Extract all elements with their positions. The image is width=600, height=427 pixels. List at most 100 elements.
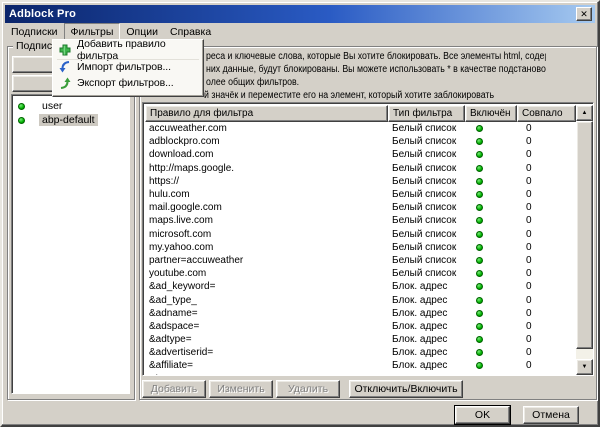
table-row[interactable]: http://maps.google. Белый список 0 — [145, 162, 576, 175]
import-filters-icon — [58, 61, 72, 73]
subscription-enabled-dot-icon — [18, 103, 25, 110]
matched-cell: 0 — [517, 320, 576, 333]
enabled-cell — [465, 241, 517, 254]
filter-rule-cell: &adspace= — [145, 320, 388, 333]
subscription-list-item[interactable]: user — [12, 99, 129, 113]
filter-type-cell: Белый список — [388, 267, 465, 280]
table-row[interactable]: partner=accuweather Белый список 0 — [145, 254, 576, 267]
filter-type-cell: Блок. адрес — [388, 373, 465, 375]
table-row[interactable]: maps.live.com Белый список 0 — [145, 214, 576, 227]
header-filter-rule[interactable]: Правило для фильтра — [145, 105, 388, 122]
enabled-dot-icon — [476, 204, 483, 211]
table-row[interactable]: https:// Белый список 0 — [145, 175, 576, 188]
table-row[interactable]: &ad_type_ Блок. адрес 0 — [145, 293, 576, 306]
enabled-cell — [465, 267, 517, 280]
filter-type-cell: Белый список — [388, 201, 465, 214]
subscription-list-item[interactable]: abp-default — [12, 113, 129, 127]
matched-cell: 0 — [517, 175, 576, 188]
filter-rule-cell: http://maps.google. — [145, 162, 388, 175]
add-filter-rule-icon — [58, 44, 72, 56]
filter-type-cell: Белый список — [388, 122, 465, 135]
menu-item-label: Экспорт фильтров... — [77, 77, 174, 89]
enabled-dot-icon — [476, 178, 483, 185]
scrollbar-thumb[interactable] — [576, 121, 593, 349]
filter-rule-cell: &adtype= — [145, 333, 388, 346]
filter-type-cell: Белый список — [388, 241, 465, 254]
filters-table-inner: Правило для фильтра Тип фильтра Включён … — [145, 105, 593, 375]
menu-item-export-filters[interactable]: Экспорт фильтров... — [55, 75, 201, 91]
add-button[interactable]: Добавить — [142, 380, 206, 398]
enabled-dot-icon — [476, 165, 483, 172]
filter-type-cell: Белый список — [388, 148, 465, 161]
header-enabled[interactable]: Включён — [465, 105, 517, 122]
enabled-dot-icon — [476, 138, 483, 145]
filter-type-cell: Белый список — [388, 228, 465, 241]
filter-rule-cell: &ad_keyword= — [145, 280, 388, 293]
filter-rule-cell: maps.live.com — [145, 214, 388, 227]
filter-rule-cell: accuweather.com — [145, 122, 388, 135]
scroll-down-icon: ▼ — [582, 364, 588, 370]
enabled-cell — [465, 122, 517, 135]
table-header-row: Правило для фильтра Тип фильтра Включён … — [145, 105, 576, 122]
enabled-cell — [465, 320, 517, 333]
enabled-dot-icon — [476, 151, 483, 158]
table-row[interactable]: &adspace= Блок. адрес 0 — [145, 320, 576, 333]
close-button[interactable]: ✕ — [576, 7, 592, 21]
header-filter-type[interactable]: Тип фильтра — [388, 105, 465, 122]
matched-cell: 0 — [517, 280, 576, 293]
matched-cell: 0 — [517, 122, 576, 135]
enabled-dot-icon — [476, 323, 483, 330]
export-filters-icon — [58, 77, 72, 89]
scroll-up-button[interactable]: ▲ — [576, 105, 593, 121]
info-text-line1: реса и ключевые слова, которые Вы хотите… — [206, 51, 546, 62]
enabled-cell — [465, 228, 517, 241]
scroll-up-icon: ▲ — [582, 110, 588, 116]
title-bar[interactable]: Adblock Pro ✕ — [5, 5, 595, 23]
adblock-pro-window: Adblock Pro ✕ Подписки Фильтры Опции Спр… — [0, 0, 600, 427]
filters-dropdown-menu: Добавить правило фильтра Импорт фильтров… — [52, 39, 204, 97]
table-row[interactable]: &adname= Блок. адрес 0 — [145, 307, 576, 320]
table-row[interactable]: &banner= Блок. адрес 0 — [145, 373, 576, 375]
matched-cell: 0 — [517, 307, 576, 320]
filters-table: Правило для фильтра Тип фильтра Включён … — [142, 102, 594, 376]
table-row[interactable]: &affiliate= Блок. адрес 0 — [145, 359, 576, 372]
subscriptions-list[interactable]: user abp-default — [11, 94, 130, 394]
toggle-button[interactable]: Отключить/Включить — [349, 380, 463, 398]
table-row[interactable]: mail.google.com Белый список 0 — [145, 201, 576, 214]
menubar-item-подписки[interactable]: Подписки — [5, 23, 64, 40]
vertical-scrollbar[interactable]: ▲ ▼ — [576, 105, 593, 375]
filter-rule-cell: https:// — [145, 175, 388, 188]
table-row[interactable]: youtube.com Белый список 0 — [145, 267, 576, 280]
enabled-cell — [465, 280, 517, 293]
filter-rule-cell: &advertiserid= — [145, 346, 388, 359]
table-row[interactable]: microsoft.com Белый список 0 — [145, 228, 576, 241]
edit-button[interactable]: Изменить — [209, 380, 273, 398]
table-row[interactable]: my.yahoo.com Белый список 0 — [145, 241, 576, 254]
enabled-dot-icon — [476, 125, 483, 132]
delete-button[interactable]: Удалить — [276, 380, 340, 398]
scroll-down-button[interactable]: ▼ — [576, 359, 593, 375]
filter-rule-cell: &banner= — [145, 373, 388, 375]
table-row[interactable]: &advertiserid= Блок. адрес 0 — [145, 346, 576, 359]
menu-item-import-filters[interactable]: Импорт фильтров... — [55, 59, 201, 75]
filter-type-cell: Блок. адрес — [388, 320, 465, 333]
enabled-cell — [465, 307, 517, 320]
filter-type-cell: Блок. адрес — [388, 346, 465, 359]
table-row[interactable]: hulu.com Белый список 0 — [145, 188, 576, 201]
table-row[interactable]: download.com Белый список 0 — [145, 148, 576, 161]
menu-item-add-filter-rule[interactable]: Добавить правило фильтра — [55, 42, 201, 58]
ok-button[interactable]: OK — [455, 406, 510, 424]
header-matched[interactable]: Совпало — [517, 105, 576, 122]
matched-cell: 0 — [517, 162, 576, 175]
enabled-dot-icon — [476, 257, 483, 264]
table-row[interactable]: adblockpro.com Белый список 0 — [145, 135, 576, 148]
menubar-item-label: Опции — [126, 26, 158, 38]
table-row[interactable]: accuweather.com Белый список 0 — [145, 122, 576, 135]
table-row[interactable]: &ad_keyword= Блок. адрес 0 — [145, 280, 576, 293]
filter-type-cell: Белый список — [388, 162, 465, 175]
filter-rule-cell: mail.google.com — [145, 201, 388, 214]
table-row[interactable]: &adtype= Блок. адрес 0 — [145, 333, 576, 346]
cancel-button[interactable]: Отмена — [523, 406, 579, 424]
table-body: accuweather.com Белый список 0 adblockpr… — [145, 122, 576, 375]
matched-cell: 0 — [517, 201, 576, 214]
